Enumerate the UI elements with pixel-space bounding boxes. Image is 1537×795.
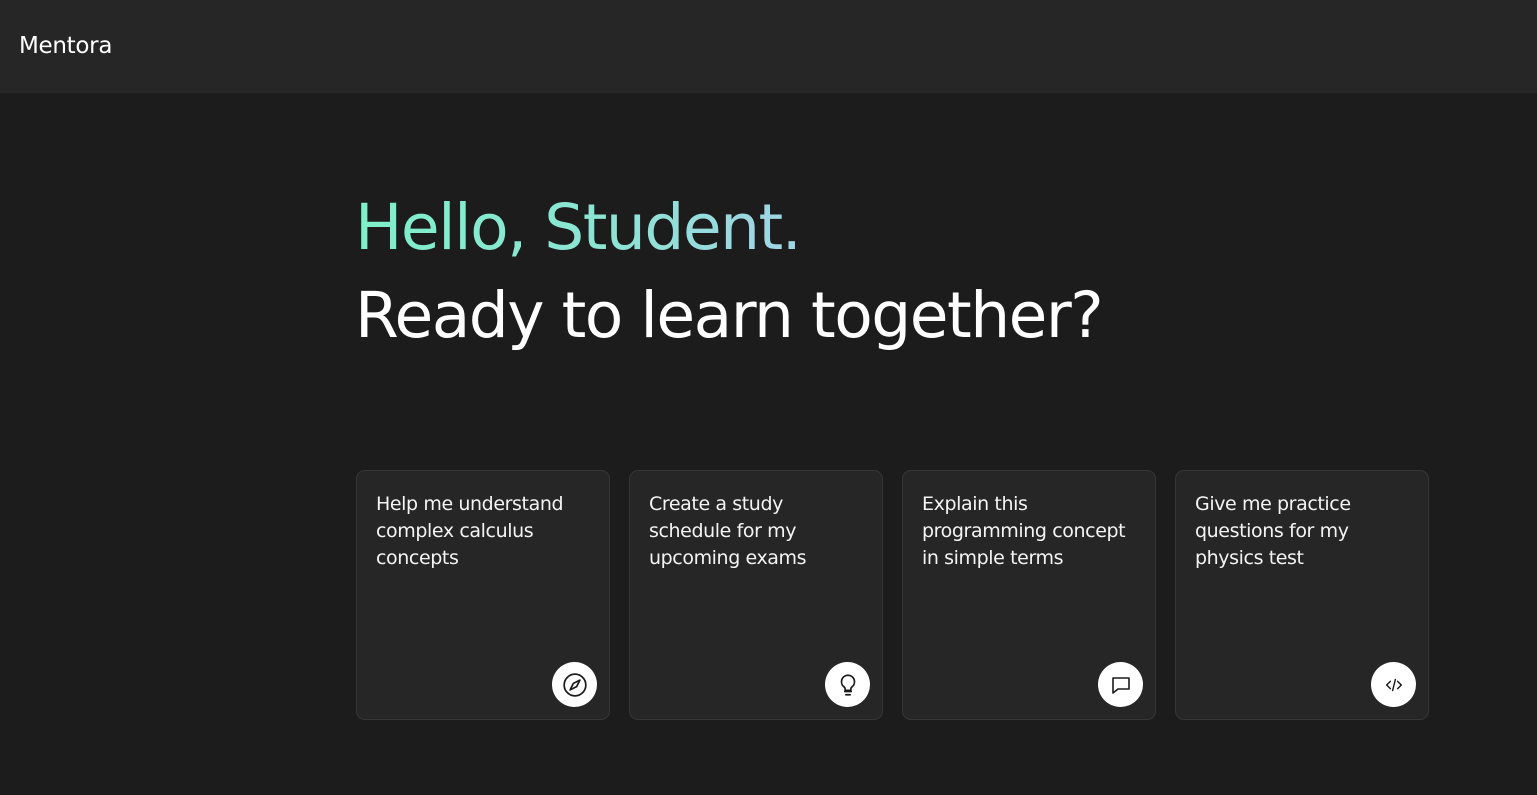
suggestion-card-text: Explain this programming concept in simp… — [922, 493, 1126, 569]
brand-logo[interactable]: Mentora — [19, 31, 112, 61]
code-icon — [1371, 662, 1416, 707]
suggestion-card-text: Create a study schedule for my upcoming … — [649, 493, 807, 569]
top-bar: Mentora — [0, 0, 1537, 93]
greeting-heading: Hello, Student. — [355, 188, 802, 268]
suggestion-card-calculus[interactable]: Help me understand complex calculus conc… — [356, 470, 610, 720]
suggestion-card-programming[interactable]: Explain this programming concept in simp… — [902, 470, 1156, 720]
lightbulb-icon — [825, 662, 870, 707]
suggestion-cards: Help me understand complex calculus conc… — [356, 470, 1429, 720]
suggestion-card-text: Give me practice questions for my physic… — [1195, 493, 1351, 569]
compass-icon — [552, 662, 597, 707]
suggestion-card-study-schedule[interactable]: Create a study schedule for my upcoming … — [629, 470, 883, 720]
subheading: Ready to learn together? — [355, 279, 1104, 352]
suggestion-card-text: Help me understand complex calculus conc… — [376, 493, 564, 569]
message-icon — [1098, 662, 1143, 707]
suggestion-card-physics[interactable]: Give me practice questions for my physic… — [1175, 470, 1429, 720]
